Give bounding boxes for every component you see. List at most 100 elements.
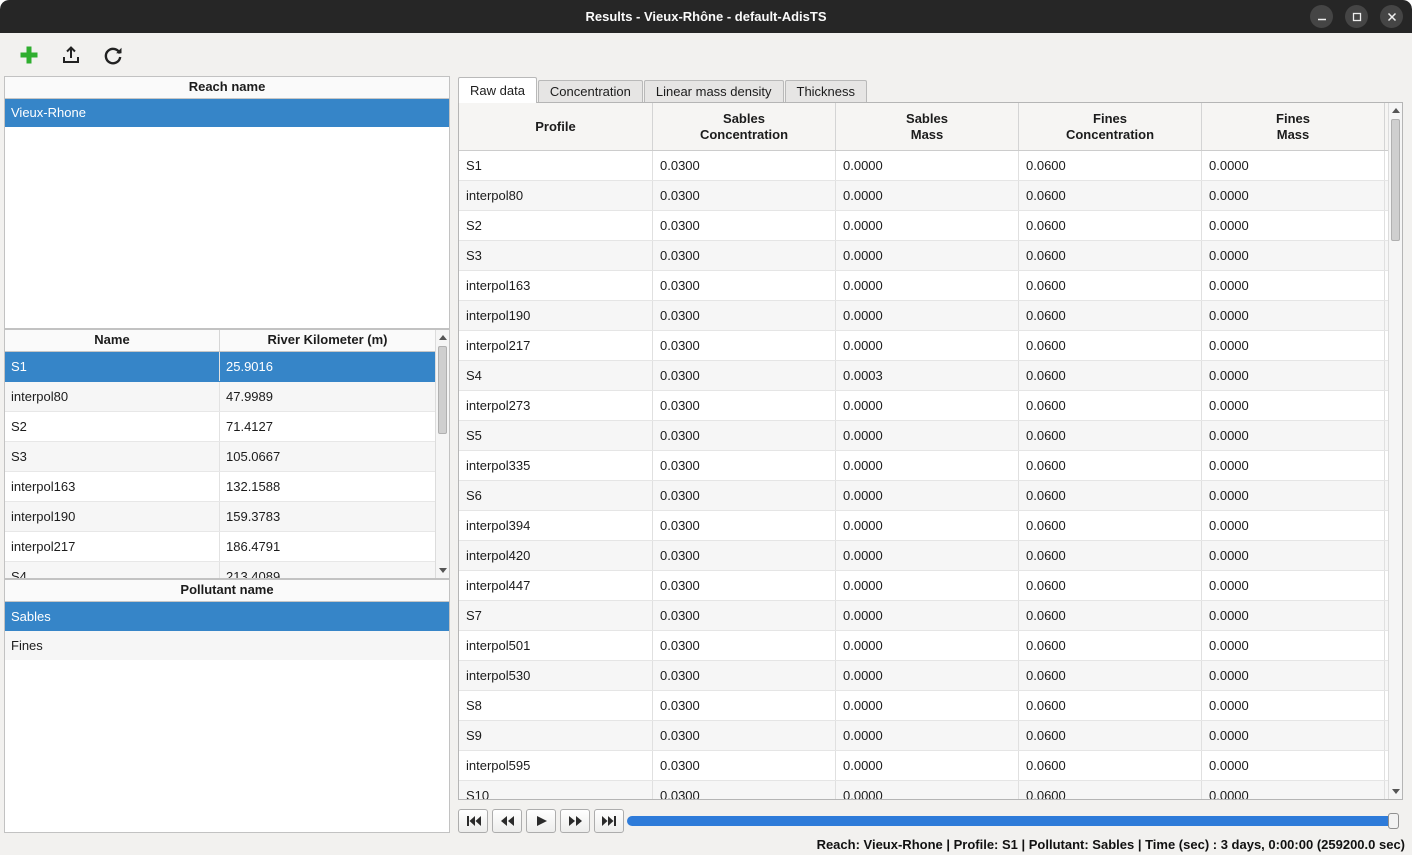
cell-sables-mass: 0.0000 xyxy=(836,571,1019,600)
cell-fines-concentration: 0.0600 xyxy=(1019,391,1202,420)
header-line: Fines xyxy=(1276,111,1310,127)
profile-name-cell: interpol163 xyxy=(5,472,220,501)
table-row[interactable]: S2 0.0300 0.0000 0.0600 0.0000 xyxy=(459,211,1388,241)
profile-row[interactable]: S3 105.0667 xyxy=(5,442,435,472)
results-table-pane: Profile Sables Concentration Sables Mass… xyxy=(458,102,1403,800)
table-row[interactable]: interpol80 0.0300 0.0000 0.0600 0.0000 xyxy=(459,181,1388,211)
pollutant-list-item[interactable]: Fines xyxy=(5,631,449,660)
table-row[interactable]: interpol163 0.0300 0.0000 0.0600 0.0000 xyxy=(459,271,1388,301)
table-row[interactable]: interpol217 0.0300 0.0000 0.0600 0.0000 xyxy=(459,331,1388,361)
results-tab[interactable]: Concentration xyxy=(538,80,643,102)
table-row[interactable]: interpol447 0.0300 0.0000 0.0600 0.0000 xyxy=(459,571,1388,601)
cell-profile: interpol273 xyxy=(459,391,653,420)
column-header-sables-concentration[interactable]: Sables Concentration xyxy=(653,103,836,150)
cell-sables-concentration: 0.0300 xyxy=(653,481,836,510)
profiles-scrollbar[interactable] xyxy=(435,330,449,578)
table-row[interactable]: interpol420 0.0300 0.0000 0.0600 0.0000 xyxy=(459,541,1388,571)
refresh-button[interactable] xyxy=(100,42,126,68)
cell-sables-mass: 0.0000 xyxy=(836,271,1019,300)
column-header-sables-mass[interactable]: Sables Mass xyxy=(836,103,1019,150)
header-line: Profile xyxy=(535,119,575,135)
cell-profile: interpol335 xyxy=(459,451,653,480)
export-button[interactable] xyxy=(58,42,84,68)
scroll-down-icon[interactable] xyxy=(436,564,449,577)
cell-fines-concentration: 0.0600 xyxy=(1019,451,1202,480)
cell-fines-mass: 0.0000 xyxy=(1202,571,1385,600)
table-row[interactable]: S8 0.0300 0.0000 0.0600 0.0000 xyxy=(459,691,1388,721)
cell-sables-mass: 0.0000 xyxy=(836,661,1019,690)
scrollbar-thumb[interactable] xyxy=(438,346,447,434)
time-slider-handle[interactable] xyxy=(1388,813,1399,829)
play-button[interactable] xyxy=(526,809,556,833)
profile-row[interactable]: interpol217 186.4791 xyxy=(5,532,435,562)
profile-row[interactable]: interpol190 159.3783 xyxy=(5,502,435,532)
cell-sables-mass: 0.0000 xyxy=(836,301,1019,330)
table-row[interactable]: interpol273 0.0300 0.0000 0.0600 0.0000 xyxy=(459,391,1388,421)
tab-label: Thickness xyxy=(797,84,856,99)
time-slider[interactable] xyxy=(627,816,1397,826)
minimize-button[interactable] xyxy=(1310,5,1333,28)
table-row[interactable]: interpol190 0.0300 0.0000 0.0600 0.0000 xyxy=(459,301,1388,331)
table-row[interactable]: S5 0.0300 0.0000 0.0600 0.0000 xyxy=(459,421,1388,451)
table-row[interactable]: S6 0.0300 0.0000 0.0600 0.0000 xyxy=(459,481,1388,511)
maximize-icon xyxy=(1351,11,1363,23)
profile-row[interactable]: S4 213.4089 xyxy=(5,562,435,579)
table-row[interactable]: S10 0.0300 0.0000 0.0600 0.0000 xyxy=(459,781,1388,800)
table-row[interactable]: interpol595 0.0300 0.0000 0.0600 0.0000 xyxy=(459,751,1388,781)
profile-name-cell: interpol80 xyxy=(5,382,220,411)
table-row[interactable]: S3 0.0300 0.0000 0.0600 0.0000 xyxy=(459,241,1388,271)
table-row[interactable]: S9 0.0300 0.0000 0.0600 0.0000 xyxy=(459,721,1388,751)
column-header-profile[interactable]: Profile xyxy=(459,103,653,150)
pollutant-list: Sables Fines xyxy=(5,602,449,660)
tab-label: Raw data xyxy=(470,83,525,98)
results-tab[interactable]: Thickness xyxy=(785,80,868,102)
profile-row[interactable]: S1 25.9016 xyxy=(5,352,435,382)
cell-fines-concentration: 0.0600 xyxy=(1019,601,1202,630)
profile-row[interactable]: interpol163 132.1588 xyxy=(5,472,435,502)
cell-sables-concentration: 0.0300 xyxy=(653,451,836,480)
column-header-fines-concentration[interactable]: Fines Concentration xyxy=(1019,103,1202,150)
table-row[interactable]: S1 0.0300 0.0000 0.0600 0.0000 xyxy=(459,151,1388,181)
profile-row[interactable]: interpol80 47.9989 xyxy=(5,382,435,412)
cell-fines-mass: 0.0000 xyxy=(1202,691,1385,720)
table-row[interactable]: interpol530 0.0300 0.0000 0.0600 0.0000 xyxy=(459,661,1388,691)
results-table-body: S1 0.0300 0.0000 0.0600 0.0000 interpol8… xyxy=(459,151,1388,800)
profile-km-cell: 159.3783 xyxy=(220,502,435,531)
table-row[interactable]: interpol335 0.0300 0.0000 0.0600 0.0000 xyxy=(459,451,1388,481)
cell-profile: interpol163 xyxy=(459,271,653,300)
cell-profile: interpol501 xyxy=(459,631,653,660)
reach-list-item[interactable]: Vieux-Rhone xyxy=(5,99,449,127)
column-header-river-kilometer[interactable]: River Kilometer (m) xyxy=(220,330,435,351)
close-button[interactable] xyxy=(1380,5,1403,28)
titlebar[interactable]: Results - Vieux-Rhône - default-AdisTS xyxy=(0,0,1412,33)
results-tabbar: Raw data Concentration Linear mass densi… xyxy=(458,77,868,102)
results-tab[interactable]: Linear mass density xyxy=(644,80,784,102)
skip-forward-button[interactable] xyxy=(594,809,624,833)
cell-fines-concentration: 0.0600 xyxy=(1019,211,1202,240)
profile-row[interactable]: S2 71.4127 xyxy=(5,412,435,442)
column-header-fines-mass[interactable]: Fines Mass xyxy=(1202,103,1385,150)
cell-sables-mass: 0.0000 xyxy=(836,751,1019,780)
cell-sables-mass: 0.0000 xyxy=(836,421,1019,450)
maximize-button[interactable] xyxy=(1345,5,1368,28)
table-row[interactable]: S7 0.0300 0.0000 0.0600 0.0000 xyxy=(459,601,1388,631)
add-button[interactable] xyxy=(16,42,42,68)
results-tab[interactable]: Raw data xyxy=(458,77,537,103)
seek-forward-button[interactable] xyxy=(560,809,590,833)
scrollbar-thumb[interactable] xyxy=(1391,119,1400,241)
column-header-name[interactable]: Name xyxy=(5,330,220,351)
seek-backward-button[interactable] xyxy=(492,809,522,833)
table-row[interactable]: interpol501 0.0300 0.0000 0.0600 0.0000 xyxy=(459,631,1388,661)
scroll-down-icon[interactable] xyxy=(1389,785,1402,798)
minimize-icon xyxy=(1316,11,1328,23)
pollutant-panel: Pollutant name Sables Fines xyxy=(4,579,450,833)
cell-profile: interpol394 xyxy=(459,511,653,540)
table-row[interactable]: S4 0.0300 0.0003 0.0600 0.0000 xyxy=(459,361,1388,391)
skip-backward-button[interactable] xyxy=(458,809,488,833)
table-row[interactable]: interpol394 0.0300 0.0000 0.0600 0.0000 xyxy=(459,511,1388,541)
scroll-up-icon[interactable] xyxy=(436,331,449,344)
scroll-up-icon[interactable] xyxy=(1389,104,1402,117)
cell-sables-concentration: 0.0300 xyxy=(653,541,836,570)
pollutant-list-item[interactable]: Sables xyxy=(5,602,449,631)
results-scrollbar[interactable] xyxy=(1388,103,1402,799)
